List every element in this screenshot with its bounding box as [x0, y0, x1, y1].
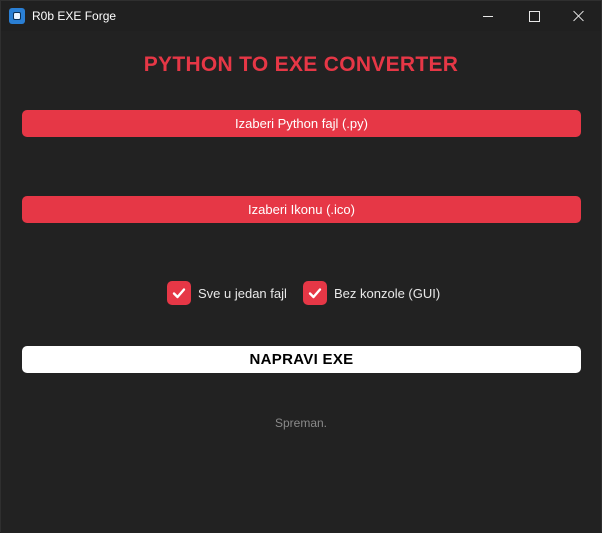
checkmark-icon[interactable] — [303, 281, 327, 305]
choose-icon-button[interactable]: Izaberi Ikonu (.ico) — [22, 196, 581, 223]
close-button[interactable] — [556, 1, 602, 31]
main-panel: PYTHON TO EXE CONVERTER Izaberi Python f… — [1, 31, 601, 533]
build-exe-button[interactable]: NAPRAVI EXE — [22, 346, 581, 373]
close-icon — [573, 10, 585, 22]
window-title: R0b EXE Forge — [32, 9, 117, 23]
choose-python-file-button[interactable]: Izaberi Python fajl (.py) — [22, 110, 581, 137]
app-window: R0b EXE Forge PYTHON TO EXE CONVERTER Iz… — [0, 0, 602, 533]
minimize-button[interactable] — [465, 1, 511, 31]
title-bar[interactable]: R0b EXE Forge — [1, 1, 601, 31]
onefile-checkbox-label: Sve u jedan fajl — [198, 285, 287, 301]
noconsole-checkbox[interactable]: Bez konzole (GUI) — [303, 280, 440, 306]
maximize-button[interactable] — [511, 1, 557, 31]
onefile-checkbox[interactable]: Sve u jedan fajl — [167, 280, 287, 306]
noconsole-checkbox-label: Bez konzole (GUI) — [334, 285, 441, 301]
app-icon — [9, 8, 25, 24]
minimize-icon — [483, 15, 493, 17]
checkmark-icon[interactable] — [167, 281, 191, 305]
page-title: PYTHON TO EXE CONVERTER — [143, 53, 459, 76]
maximize-icon — [528, 10, 540, 22]
options-row: Sve u jedan fajl Bez konzole (GUI) — [1, 280, 601, 306]
status-text: Spreman. — [274, 416, 328, 430]
